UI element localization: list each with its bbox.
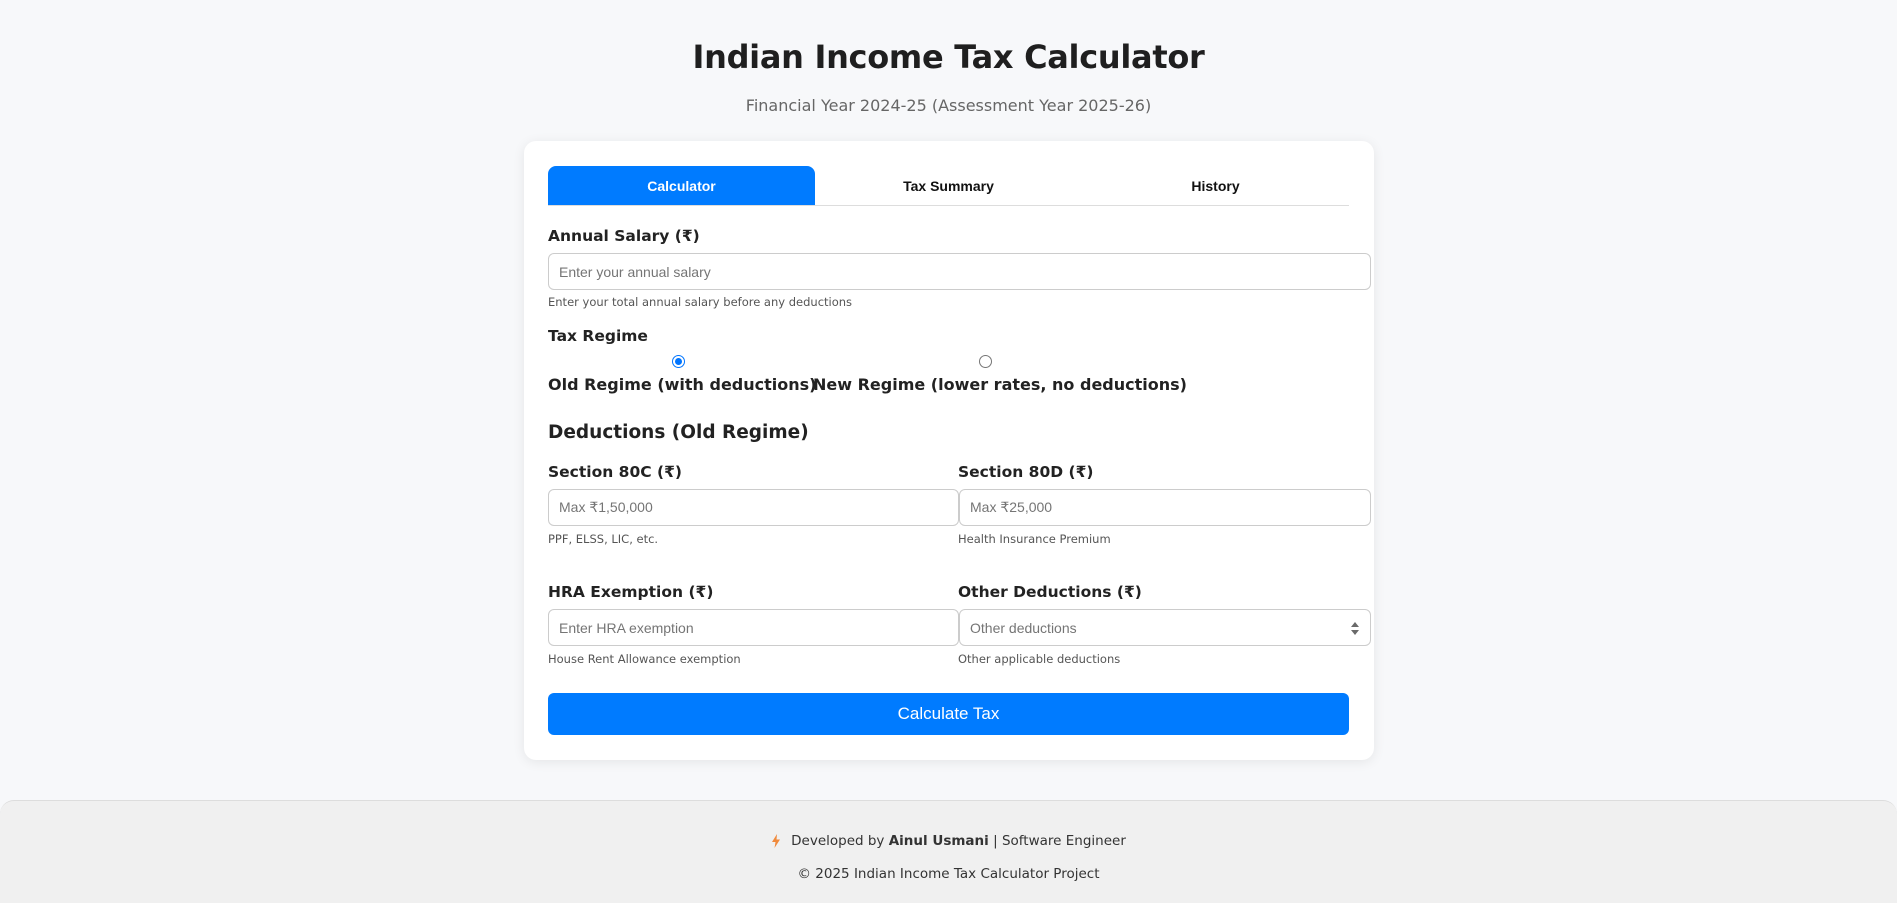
section-80d-input[interactable]: Max ₹25,000: [959, 489, 1371, 526]
other-deductions-label: Other Deductions (₹): [958, 583, 1142, 601]
section-80c-help: PPF, ELSS, LIC, etc.: [548, 532, 659, 546]
calculate-tax-button[interactable]: Calculate Tax: [548, 693, 1349, 735]
footer-developed-by: Developed by: [791, 833, 885, 849]
up-down-arrows-icon[interactable]: [1350, 621, 1360, 636]
footer-separator: |: [993, 833, 998, 849]
calculator-card: Calculator Tax Summary History Annual Sa…: [524, 141, 1374, 760]
new-regime-label[interactable]: New Regime (lower rates, no deductions): [813, 375, 1187, 394]
old-regime-label[interactable]: Old Regime (with deductions): [548, 375, 816, 394]
hra-exemption-help: House Rent Allowance exemption: [548, 652, 741, 666]
footer: Developed by Ainul Usmani | Software Eng…: [0, 800, 1897, 903]
section-80c-input[interactable]: Max ₹1,50,000: [548, 489, 959, 526]
tax-regime-label: Tax Regime: [548, 327, 648, 345]
new-regime-radio[interactable]: [979, 355, 992, 368]
page-title: Indian Income Tax Calculator: [692, 38, 1205, 76]
tab-history[interactable]: History: [1082, 166, 1349, 205]
other-deductions-input[interactable]: Other deductions: [959, 609, 1371, 646]
tab-bar: Calculator Tax Summary History: [548, 166, 1349, 206]
other-deductions-placeholder: Other deductions: [970, 619, 1077, 636]
hra-exemption-input[interactable]: Enter HRA exemption: [548, 609, 959, 646]
lightning-bolt-icon: [772, 834, 781, 848]
other-deductions-help: Other applicable deductions: [958, 652, 1121, 666]
hra-exemption-label: HRA Exemption (₹): [548, 583, 714, 601]
footer-credit: Developed by Ainul Usmani | Software Eng…: [0, 833, 1897, 849]
deductions-heading: Deductions (Old Regime): [548, 422, 809, 443]
tab-calculator[interactable]: Calculator: [548, 166, 815, 205]
section-80d-label: Section 80D (₹): [958, 463, 1094, 481]
annual-salary-label: Annual Salary (₹): [548, 227, 700, 245]
footer-copyright: © 2025 Indian Income Tax Calculator Proj…: [797, 866, 1100, 882]
page-subtitle: Financial Year 2024-25 (Assessment Year …: [745, 96, 1152, 115]
old-regime-radio[interactable]: [672, 355, 685, 368]
footer-developer-name: Ainul Usmani: [888, 833, 989, 849]
footer-role: Software Engineer: [1001, 833, 1126, 849]
section-80d-help: Health Insurance Premium: [958, 532, 1111, 546]
section-80c-label: Section 80C (₹): [548, 463, 682, 481]
annual-salary-input[interactable]: Enter your annual salary: [548, 253, 1371, 290]
tab-tax-summary[interactable]: Tax Summary: [815, 166, 1082, 205]
annual-salary-help: Enter your total annual salary before an…: [548, 295, 853, 309]
